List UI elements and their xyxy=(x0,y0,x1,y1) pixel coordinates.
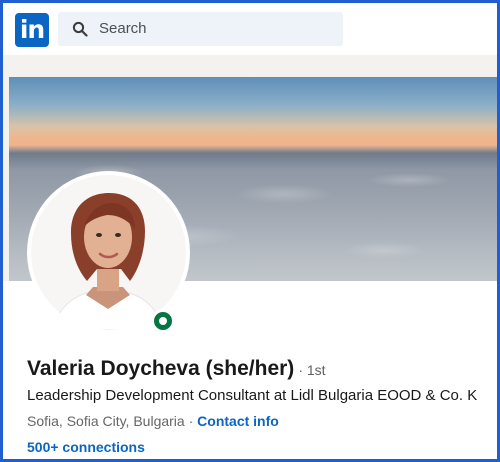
top-navigation-bar: in Search xyxy=(3,3,497,55)
avatar[interactable] xyxy=(31,175,186,330)
profile-headline: Leadership Development Consultant at Lid… xyxy=(27,387,478,404)
location-separator: · xyxy=(184,413,198,429)
contact-info-link[interactable]: Contact info xyxy=(197,413,279,429)
profile-location-row: Sofia, Sofia City, Bulgaria · Contact in… xyxy=(27,413,279,429)
profile-location: Sofia, Sofia City, Bulgaria xyxy=(27,413,185,429)
profile-name-row: Valeria Doycheva (she/her) · 1st xyxy=(27,357,326,381)
connection-degree: · 1st xyxy=(298,362,326,378)
search-input[interactable]: Search xyxy=(58,12,343,46)
linkedin-logo-icon[interactable]: in xyxy=(15,13,49,47)
online-status-center xyxy=(159,317,167,325)
search-icon xyxy=(72,21,88,37)
connections-link[interactable]: 500+ connections xyxy=(27,439,145,455)
search-placeholder: Search xyxy=(99,20,147,37)
profile-photo-illustration xyxy=(31,175,186,330)
profile-name: Valeria Doycheva (she/her) xyxy=(27,357,295,380)
app-frame: in Search Valeria Doycheva (she/her) · 1… xyxy=(3,3,497,459)
